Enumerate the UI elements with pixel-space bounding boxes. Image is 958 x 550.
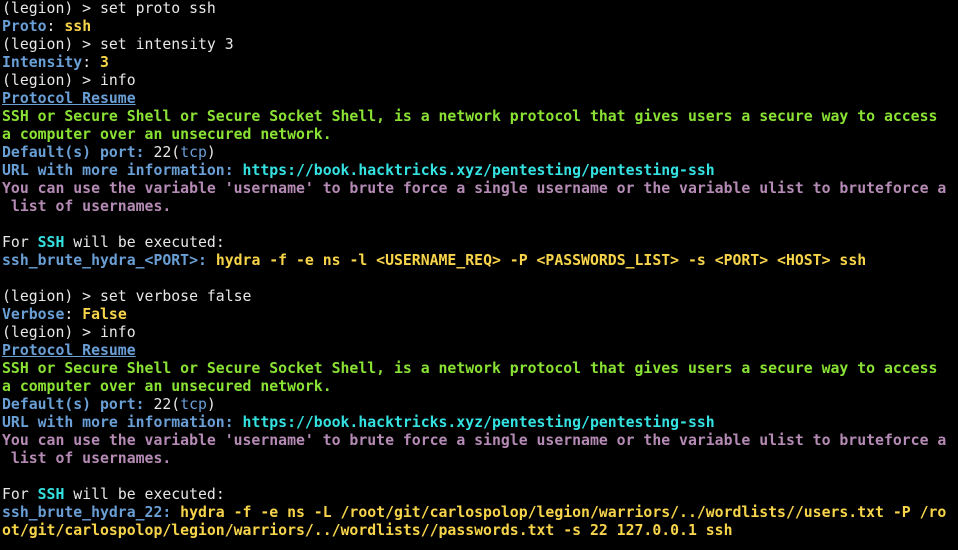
- terminal-text-segment: Default(s) port:: [2, 396, 145, 413]
- terminal-text-segment: Default(s) port:: [2, 144, 145, 161]
- terminal-line: (legion) > set proto ssh: [2, 0, 958, 18]
- terminal-line: Intensity: 3: [2, 54, 958, 72]
- terminal-line: Protocol Resume: [2, 90, 958, 108]
- terminal-text-segment: URL with more information:: [2, 414, 234, 431]
- terminal-line: list of usernames.: [2, 450, 958, 468]
- terminal-text-segment: ssh_brute_hydra_22:: [2, 504, 172, 521]
- terminal-text-segment: ot/git/carlospolop/legion/warriors/../wo…: [2, 522, 733, 539]
- terminal-text-segment: URL with more information:: [2, 162, 234, 179]
- terminal-line: URL with more information: https://book.…: [2, 414, 958, 432]
- terminal-text-segment: You can use the variable 'username' to b…: [2, 432, 947, 449]
- terminal-line: a computer over an unsecured network.: [2, 126, 958, 144]
- terminal-text-segment: For: [2, 486, 38, 503]
- terminal-text-segment: Intensity: [2, 54, 83, 71]
- terminal-line: ssh_brute_hydra_22: hydra -f -e ns -L /r…: [2, 504, 958, 522]
- terminal-line: Default(s) port: 22(tcp): [2, 396, 958, 414]
- terminal-text-segment: Verbose: [2, 306, 65, 323]
- terminal-line: Proto: ssh: [2, 18, 958, 36]
- terminal-text-segment: For: [2, 234, 38, 251]
- terminal-text-segment: 22(: [144, 144, 181, 161]
- terminal-text-segment: https://book.hacktricks.xyz/pentesting/p…: [233, 162, 715, 179]
- terminal-text-segment: ): [206, 396, 216, 413]
- terminal-text-segment: You can use the variable 'username' to b…: [2, 180, 947, 197]
- terminal-text-segment: :: [82, 54, 101, 71]
- terminal-text-segment: list of usernames.: [2, 198, 172, 215]
- terminal-text-segment: :: [46, 18, 65, 35]
- terminal-text-segment: (legion) > info: [2, 72, 136, 89]
- terminal-text-segment: SSH or Secure Shell or Secure Socket She…: [2, 360, 938, 377]
- terminal-text-segment: (legion) > set proto ssh: [2, 0, 216, 17]
- terminal-text-segment: 22(: [144, 396, 181, 413]
- terminal-text-segment: :: [64, 306, 83, 323]
- terminal-line: Verbose: False: [2, 306, 958, 324]
- terminal-line: For SSH will be executed:: [2, 486, 958, 504]
- terminal-line: (legion) > set intensity 3: [2, 36, 958, 54]
- terminal-line: URL with more information: https://book.…: [2, 162, 958, 180]
- terminal-text-segment: (legion) > set intensity 3: [2, 36, 234, 53]
- terminal-line: Default(s) port: 22(tcp): [2, 144, 958, 162]
- terminal-line: You can use the variable 'username' to b…: [2, 180, 958, 198]
- terminal-line: a computer over an unsecured network.: [2, 378, 958, 396]
- terminal-text-segment: False: [82, 306, 127, 323]
- terminal-text-segment: tcp: [180, 144, 207, 161]
- terminal-text-segment: Protocol Resume: [2, 90, 136, 107]
- terminal-line: (legion) > info: [2, 72, 958, 90]
- terminal-output[interactable]: (legion) > set proto ssh Proto: ssh (legio…: [2, 0, 958, 550]
- terminal-text-segment: ssh: [64, 18, 92, 35]
- terminal-text-segment: SSH: [37, 486, 65, 503]
- terminal-text-segment: hydra -f -e ns -l <USERNAME_REQ> -P <PAS…: [206, 252, 867, 269]
- terminal-text-segment: ): [206, 144, 216, 161]
- terminal-text-segment: a computer over an unsecured network.: [2, 378, 332, 395]
- terminal-text-segment: 3: [100, 54, 109, 71]
- terminal-text-segment: ssh_brute_hydra_<PORT>:: [2, 252, 207, 269]
- terminal-text-segment: list of usernames.: [2, 450, 172, 467]
- terminal-text-segment: hydra -f -e ns -L /root/git/carlospolop/…: [171, 504, 947, 521]
- terminal-line: ssh_brute_hydra_<PORT>: hydra -f -e ns -…: [2, 252, 958, 270]
- terminal-text-segment: tcp: [180, 396, 207, 413]
- terminal-line: SSH or Secure Shell or Secure Socket She…: [2, 360, 958, 378]
- terminal-text-segment: SSH: [37, 234, 65, 251]
- terminal-line: (legion) > set verbose false: [2, 288, 958, 306]
- terminal-line: Protocol Resume: [2, 342, 958, 360]
- terminal-line: (legion) > info: [2, 324, 958, 342]
- terminal-text-segment: will be executed:: [64, 234, 225, 251]
- terminal-text-segment: will be executed:: [64, 486, 225, 503]
- terminal-line: list of usernames.: [2, 198, 958, 216]
- terminal-line: SSH or Secure Shell or Secure Socket She…: [2, 108, 958, 126]
- terminal-line: You can use the variable 'username' to b…: [2, 432, 958, 450]
- terminal-line: For SSH will be executed:: [2, 234, 958, 252]
- terminal-text-segment: Proto: [2, 18, 47, 35]
- terminal-line: ot/git/carlospolop/legion/warriors/../wo…: [2, 522, 958, 540]
- terminal-text-segment: https://book.hacktricks.xyz/pentesting/p…: [233, 414, 715, 431]
- terminal-text-segment: SSH or Secure Shell or Secure Socket She…: [2, 108, 938, 125]
- terminal-text-segment: a computer over an unsecured network.: [2, 126, 332, 143]
- terminal-text-segment: Protocol Resume: [2, 342, 136, 359]
- terminal-text-segment: (legion) > info: [2, 324, 136, 341]
- terminal-text-segment: (legion) > set verbose false: [2, 288, 252, 305]
